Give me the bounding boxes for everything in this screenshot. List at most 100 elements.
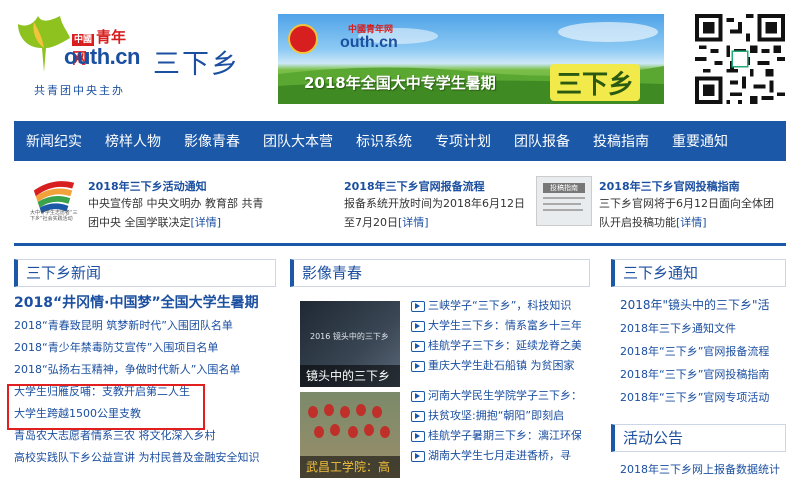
video-icon	[411, 390, 425, 402]
highlight-body: 三下乡官网将于6月12日面向全体团 队开启投稿功能[详情]	[599, 194, 789, 232]
highlight-report-process[interactable]: 2018年三下乡官网报备流程 报备系统开放时间为2018年6月12日 至7月20…	[344, 170, 544, 234]
announcement-list: 2018年三下乡网上报备数据统计	[620, 458, 780, 481]
video-icon	[411, 360, 425, 372]
notice-item[interactable]: 2018年“三下乡”官网投稿指南	[620, 363, 780, 386]
decor-dot	[330, 424, 340, 436]
news-item[interactable]: 高校实践队下乡公益宣讲 为村民普及金融安全知识	[14, 447, 276, 469]
notice-header-title: 三下乡通知	[623, 264, 699, 282]
decor-dot	[380, 426, 390, 438]
announcement-header: 活动公告	[611, 424, 786, 452]
highlight-submission-guide[interactable]: 投稿指南 2018年三下乡官网投稿指南 三下乡官网将于6月12日面向全体团 队开…	[536, 170, 786, 234]
notice-item[interactable]: 2018年“三下乡”官网报备流程	[620, 340, 780, 363]
news-header: 三下乡新闻	[14, 259, 276, 287]
activity-flag-icon	[33, 181, 75, 214]
banner-text: 2018年全国大中专学生暑期	[304, 74, 496, 92]
decor-dot	[308, 406, 318, 418]
nav-item-team-camp[interactable]: 团队大本营	[263, 131, 333, 151]
highlight-body: 中央宣传部 中央文明办 教育部 共青 团中央 全国学联决定[详情]	[88, 194, 278, 232]
highlight-title[interactable]: 2018年三下乡官网投稿指南	[599, 178, 740, 194]
video-list: 三峡学子“三下乡”，科技知识 大学生三下乡：情系富乡十三年 桂航学子三下乡：延续…	[411, 296, 581, 466]
highlight-box	[7, 384, 205, 430]
thumbnail-inner-text: 2016 镜头中的三下乡	[310, 332, 389, 341]
youth-league-emblem-icon	[288, 24, 318, 54]
video-item[interactable]: 扶贫攻坚:拥抱“朝阳”即刻启	[411, 406, 581, 426]
logo-youth-text: outh.cn	[64, 44, 140, 69]
video-item[interactable]: 大学生三下乡：情系富乡十三年	[411, 316, 581, 336]
news-item[interactable]: 2018“弘扬右玉精神，争做时代新人”入围名单	[14, 359, 276, 381]
announcement-column: 活动公告	[611, 424, 786, 452]
highlight-line: 报备系统开放时间为2018年6月12日	[344, 197, 525, 210]
news-header-title: 三下乡新闻	[26, 264, 102, 282]
decor-dot	[348, 426, 358, 438]
video-icon	[411, 450, 425, 462]
nav-item-imagery[interactable]: 影像青春	[184, 131, 240, 151]
highlight-activity-notice[interactable]: 大中专学生志愿者“三下乡”社会实践活动 2018年三下乡活动通知 中央宣传部 中…	[30, 170, 264, 234]
notice-list: 2018年"镜头中的三下乡"活 2018年三下乡通知文件 2018年“三下乡”官…	[620, 294, 780, 409]
news-item[interactable]: 2018“青春致昆明 筑梦新时代”入围团队名单	[14, 315, 276, 337]
video-item-title: 桂航学子三下乡：延续龙脊之美	[428, 339, 581, 352]
decor-dot	[340, 406, 350, 418]
highlight-line: 三下乡官网将于6月12日面向全体团	[599, 197, 774, 210]
highlight-line: 至7月20日	[344, 216, 398, 229]
nav-item-important-notice[interactable]: 重要通知	[672, 131, 728, 151]
highlight-title[interactable]: 2018年三下乡活动通知	[88, 178, 207, 194]
notice-item[interactable]: 2018年三下乡通知文件	[620, 317, 780, 340]
notice-column: 三下乡通知	[611, 259, 786, 287]
video-thumbnail-2[interactable]: 武昌工学院：高	[300, 392, 400, 478]
guide-label: 投稿指南	[543, 183, 585, 193]
video-item[interactable]: 河南大学民生学院学子三下乡：	[411, 386, 581, 406]
notice-item[interactable]: 2018年“三下乡”官网专项活动	[620, 386, 780, 409]
highlight-line: 团中央 全国学联决定	[88, 216, 191, 229]
nav-item-role-models[interactable]: 榜样人物	[105, 131, 161, 151]
video-icon	[411, 410, 425, 422]
details-link[interactable]: [详情]	[191, 216, 222, 229]
decor-dot	[324, 404, 334, 416]
video-column: 影像青春	[290, 259, 590, 287]
notice-item[interactable]: 2018年"镜头中的三下乡"活	[620, 294, 780, 317]
announcement-item[interactable]: 2018年三下乡网上报备数据统计	[620, 458, 780, 481]
nav-item-logo-system[interactable]: 标识系统	[356, 131, 412, 151]
decor-dot	[364, 424, 374, 436]
guide-document-image: 投稿指南	[536, 176, 592, 226]
banner-youth-logo: 中國青年网 outh.cn	[326, 22, 426, 58]
nav-item-special-plan[interactable]: 专项计划	[435, 131, 491, 151]
doc-line	[543, 203, 581, 205]
highlight-line: 队开启投稿功能	[599, 216, 676, 229]
highlight-body: 报备系统开放时间为2018年6月12日 至7月20日[详情]	[344, 194, 534, 232]
video-item[interactable]: 重庆大学生赴石船镇 为贫困家	[411, 356, 581, 376]
notice-header: 三下乡通知	[611, 259, 786, 287]
video-item-title: 河南大学民生学院学子三下乡：	[428, 389, 581, 402]
video-thumbnail-1[interactable]: 2016 镜头中的三下乡 镜头中的三下乡	[300, 301, 400, 387]
banner-big-title: 三下乡	[550, 64, 641, 101]
nav-item-submission-guide[interactable]: 投稿指南	[593, 131, 649, 151]
highlight-line: 中央宣传部 中央文明办 教育部 共青	[88, 197, 264, 210]
news-headline[interactable]: 2018“井冈情·中国梦”全国大学生暑期	[14, 292, 259, 312]
video-item-title: 桂航学子暑期三下乡：漓江环保	[428, 429, 581, 442]
header-banner[interactable]: 中國青年网 outh.cn 2018年全国大中专学生暑期 三下乡	[278, 14, 664, 104]
decor-dot	[314, 426, 324, 438]
video-item[interactable]: 桂航学子暑期三下乡：漓江环保	[411, 426, 581, 446]
video-item[interactable]: 桂航学子三下乡：延续龙脊之美	[411, 336, 581, 356]
highlight-title[interactable]: 2018年三下乡官网报备流程	[344, 178, 485, 194]
video-item[interactable]: 三峡学子“三下乡”，科技知识	[411, 296, 581, 316]
video-icon	[411, 300, 425, 312]
video-header: 影像青春	[290, 259, 590, 287]
news-item[interactable]: 2018“青少年禁毒防艾宣传”入围项目名单	[14, 337, 276, 359]
nav-item-news[interactable]: 新闻纪实	[26, 131, 82, 151]
details-link[interactable]: [详情]	[398, 216, 429, 229]
details-link[interactable]: [详情]	[676, 216, 707, 229]
highlight-img-text: 大中专学生志愿者“三下乡”社会实践活动	[30, 210, 78, 222]
decor-dot	[356, 404, 366, 416]
video-item-title: 三峡学子“三下乡”，科技知识	[428, 299, 572, 312]
decor-dot	[372, 406, 382, 418]
doc-line	[543, 209, 583, 211]
logo-subtitle: 共青团中央主办	[34, 84, 125, 97]
youth-cn-logo[interactable]: 中國 青年网 outh.cn	[14, 14, 140, 76]
thumbnail-caption: 镜头中的三下乡	[300, 365, 400, 387]
nav-item-team-report[interactable]: 团队报备	[514, 131, 570, 151]
video-item-title: 大学生三下乡：情系富乡十三年	[428, 319, 581, 332]
video-item-title: 扶贫攻坚:拥抱“朝阳”即刻启	[428, 409, 565, 422]
video-item-title: 重庆大学生赴石船镇 为贫困家	[428, 359, 575, 372]
video-item[interactable]: 湖南大学生七月走进香桥，寻	[411, 446, 581, 466]
banner-logo-youth: outh.cn	[340, 34, 398, 51]
